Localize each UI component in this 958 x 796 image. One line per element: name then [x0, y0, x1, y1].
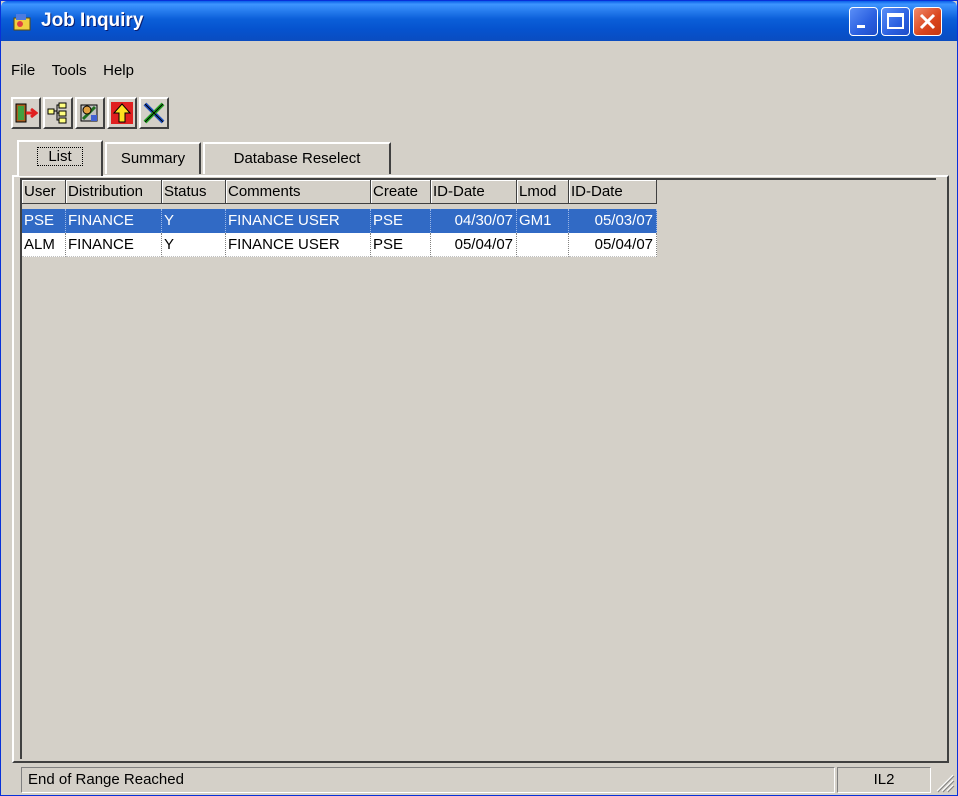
table-cell: 04/30/07: [431, 209, 517, 233]
tab-list[interactable]: List: [17, 140, 103, 176]
tab-summary-label: Summary: [120, 150, 186, 167]
minimize-button[interactable]: [849, 7, 878, 36]
tab-list-label: List: [37, 147, 83, 166]
structure-button[interactable]: [43, 97, 73, 129]
table-cell: Y: [162, 209, 226, 233]
table-cell: PSE: [371, 233, 431, 257]
minimize-icon: [857, 25, 865, 28]
table-cell: GM1: [517, 209, 569, 233]
column-header-distribution[interactable]: Distribution: [66, 180, 162, 204]
cross-tools-icon: [143, 102, 165, 124]
tab-database-reselect[interactable]: Database Reselect: [203, 142, 391, 174]
close-icon: [919, 13, 936, 30]
table-cell: [517, 233, 569, 257]
table-cell: FINANCE USER: [226, 209, 371, 233]
table-cell: PSE: [22, 209, 66, 233]
menu-help[interactable]: Help: [97, 59, 140, 83]
tools-button[interactable]: [75, 97, 105, 129]
tool-settings-icon: [80, 104, 98, 122]
column-header-create[interactable]: Create: [371, 180, 431, 204]
maximize-icon: [887, 13, 904, 29]
exit-door-icon: [15, 103, 38, 123]
cross-tools-button[interactable]: [139, 97, 169, 129]
menu-file[interactable]: File: [5, 59, 41, 83]
close-button[interactable]: [913, 7, 942, 36]
exit-button[interactable]: [11, 97, 41, 129]
grid-right-edge: [936, 179, 948, 761]
table-cell: Y: [162, 233, 226, 257]
column-header-comments[interactable]: Comments: [226, 180, 371, 204]
column-header-status[interactable]: Status: [162, 180, 226, 204]
table-cell: ALM: [22, 233, 66, 257]
table-cell: PSE: [371, 209, 431, 233]
table-cell: 05/04/07: [569, 233, 657, 257]
status-code: IL2: [837, 767, 931, 793]
table-cell: FINANCE: [66, 209, 162, 233]
tab-database-reselect-label: Database Reselect: [233, 150, 361, 167]
table-cell: 05/03/07: [569, 209, 657, 233]
window-title: Job Inquiry: [41, 10, 144, 31]
table-cell: FINANCE USER: [226, 233, 371, 257]
job-inquiry-window: Job Inquiry File Tools Help List Summary…: [0, 0, 958, 796]
app-icon: [12, 12, 34, 32]
status-message: End of Range Reached: [21, 767, 835, 793]
maximize-button[interactable]: [881, 7, 910, 36]
column-header-create-id-date[interactable]: ID-Date: [431, 180, 517, 204]
column-header-lmod[interactable]: Lmod: [517, 180, 569, 204]
status-bar: End of Range Reached IL2: [1, 765, 957, 795]
tree-structure-icon: [47, 102, 67, 124]
tab-summary[interactable]: Summary: [105, 142, 201, 174]
up-arrow-icon: [111, 102, 133, 124]
menu-tools[interactable]: Tools: [46, 59, 93, 83]
job-grid[interactable]: User Distribution Status Comments Create…: [20, 178, 936, 759]
column-header-lmod-id-date[interactable]: ID-Date: [569, 180, 657, 204]
menu-bar: File Tools Help: [5, 59, 140, 83]
title-bar[interactable]: Job Inquiry: [1, 1, 957, 41]
resize-grip-icon[interactable]: [933, 771, 955, 793]
table-cell: 05/04/07: [431, 233, 517, 257]
column-header-user[interactable]: User: [22, 180, 66, 204]
table-cell: FINANCE: [66, 233, 162, 257]
toolbar: [11, 97, 169, 131]
move-up-button[interactable]: [107, 97, 137, 129]
